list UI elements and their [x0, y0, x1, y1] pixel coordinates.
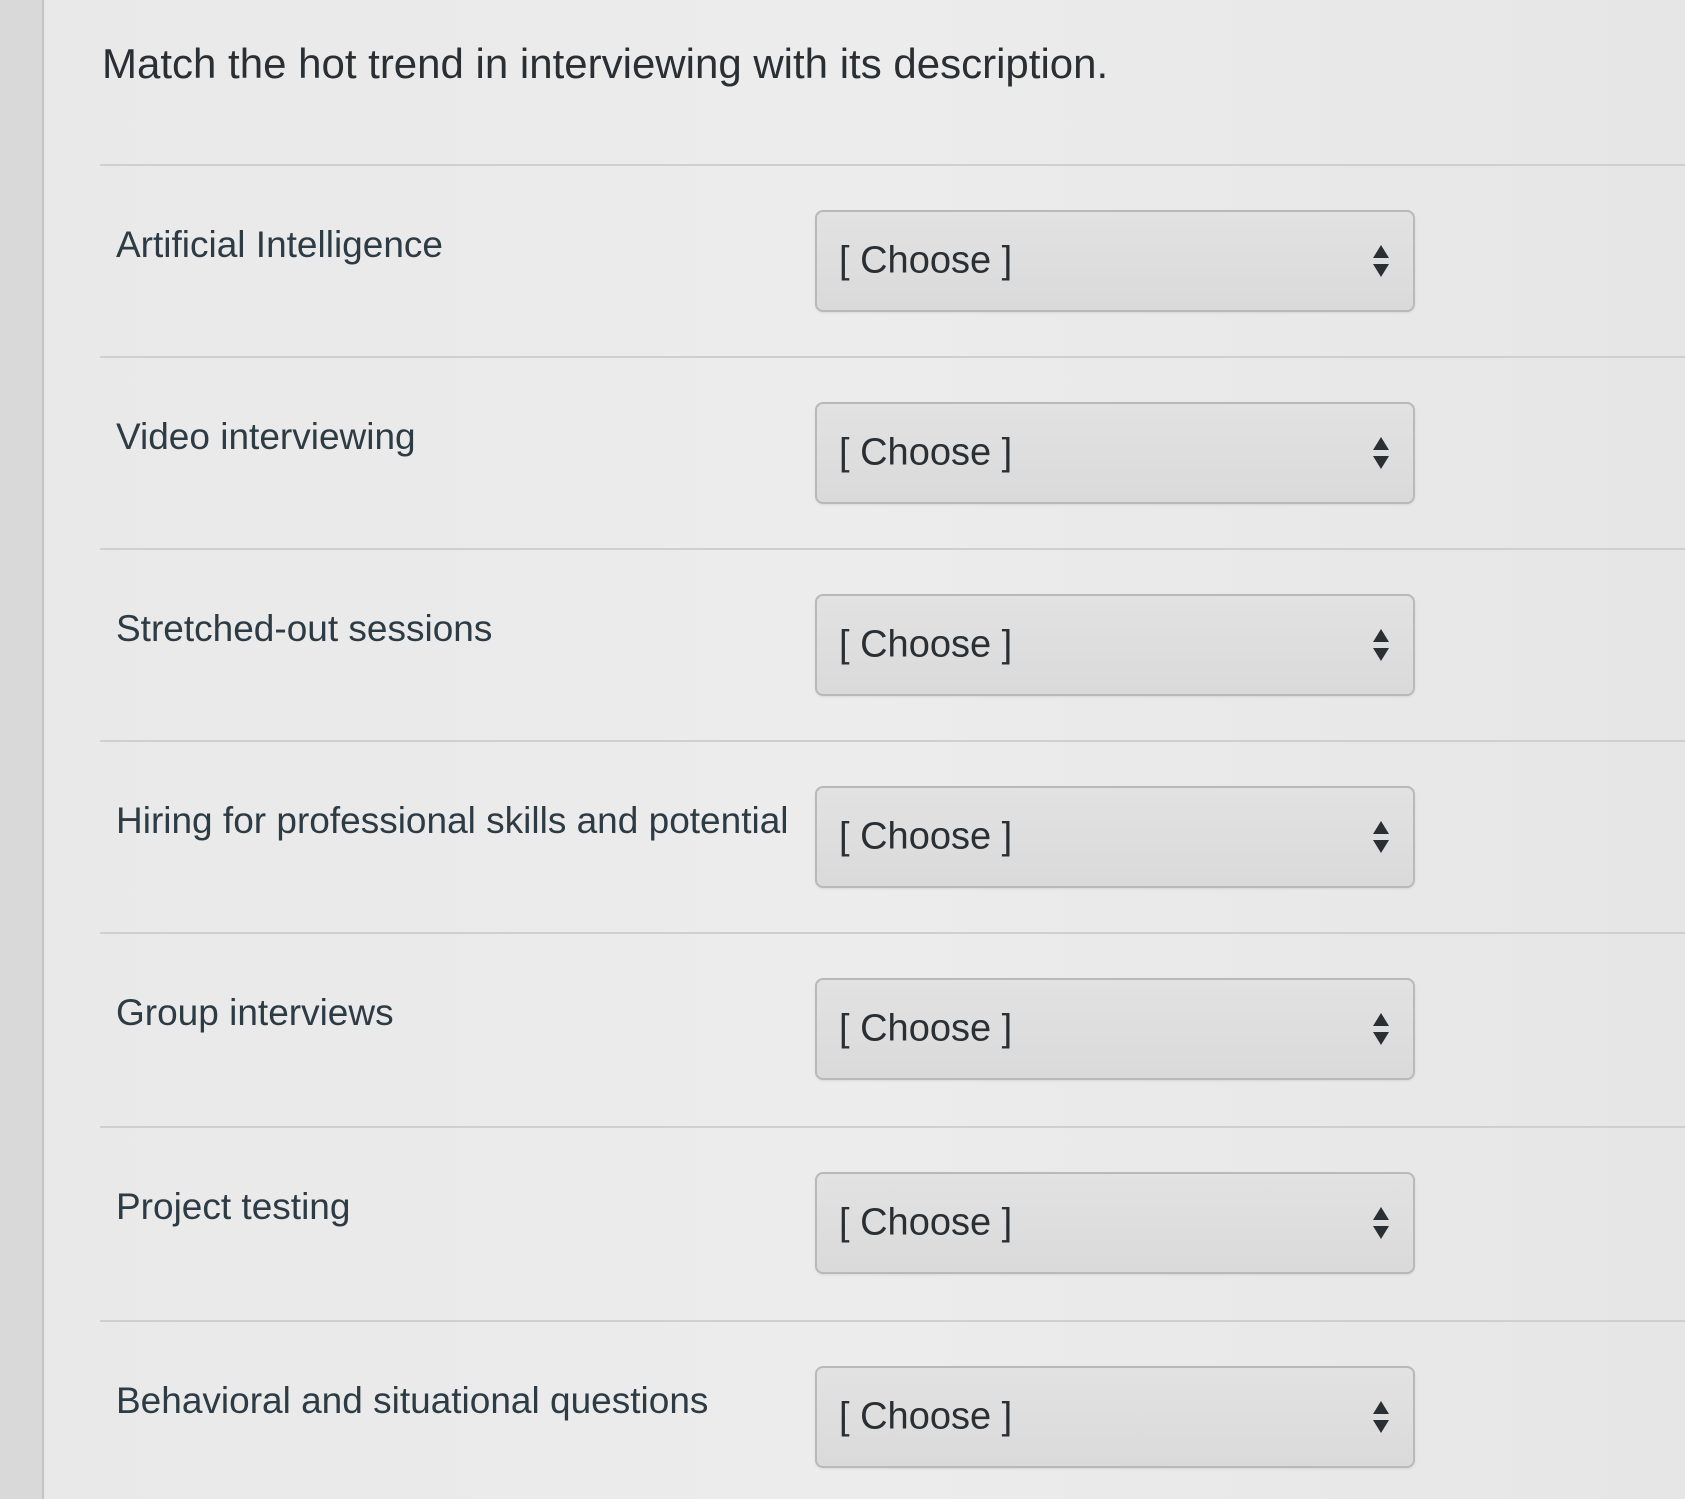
up-down-arrows-icon: [1373, 1207, 1389, 1239]
matching-row-label: Video interviewing: [116, 416, 416, 457]
matching-row-label: Group interviews: [116, 992, 394, 1033]
question-title: Match the hot trend in interviewing with…: [102, 40, 1109, 87]
row-divider: [100, 740, 1685, 742]
answer-select-value: [ Choose ]: [839, 431, 1013, 474]
answer-select[interactable]: [ Choose ]: [815, 1172, 1415, 1274]
up-down-arrows-icon: [1373, 1401, 1389, 1433]
up-down-arrows-icon: [1373, 1013, 1389, 1045]
answer-select-value: [ Choose ]: [839, 1395, 1013, 1438]
answer-select-value: [ Choose ]: [839, 623, 1013, 666]
up-down-arrows-icon: [1373, 821, 1389, 853]
answer-select-value: [ Choose ]: [839, 1201, 1013, 1244]
window-left-edge: [0, 0, 44, 1499]
row-divider: [100, 1320, 1685, 1322]
up-down-arrows-icon: [1373, 437, 1389, 469]
row-divider: [100, 932, 1685, 934]
matching-row-label: Behavioral and situational questions: [116, 1380, 709, 1421]
answer-select-value: [ Choose ]: [839, 239, 1013, 282]
matching-row-label: Artificial Intelligence: [116, 224, 443, 265]
answer-select-value: [ Choose ]: [839, 1007, 1013, 1050]
up-down-arrows-icon: [1373, 629, 1389, 661]
row-divider: [100, 1126, 1685, 1128]
answer-select[interactable]: [ Choose ]: [815, 786, 1415, 888]
matching-row-label: Hiring for professional skills and poten…: [116, 800, 789, 841]
answer-select[interactable]: [ Choose ]: [815, 978, 1415, 1080]
row-divider: [100, 164, 1685, 166]
answer-select[interactable]: [ Choose ]: [815, 210, 1415, 312]
answer-select[interactable]: [ Choose ]: [815, 594, 1415, 696]
answer-select[interactable]: [ Choose ]: [815, 1366, 1415, 1468]
row-divider: [100, 356, 1685, 358]
answer-select-value: [ Choose ]: [839, 815, 1013, 858]
matching-row-label: Project testing: [116, 1186, 351, 1227]
row-divider: [100, 548, 1685, 550]
answer-select[interactable]: [ Choose ]: [815, 402, 1415, 504]
up-down-arrows-icon: [1373, 245, 1389, 277]
matching-row-label: Stretched-out sessions: [116, 608, 493, 649]
